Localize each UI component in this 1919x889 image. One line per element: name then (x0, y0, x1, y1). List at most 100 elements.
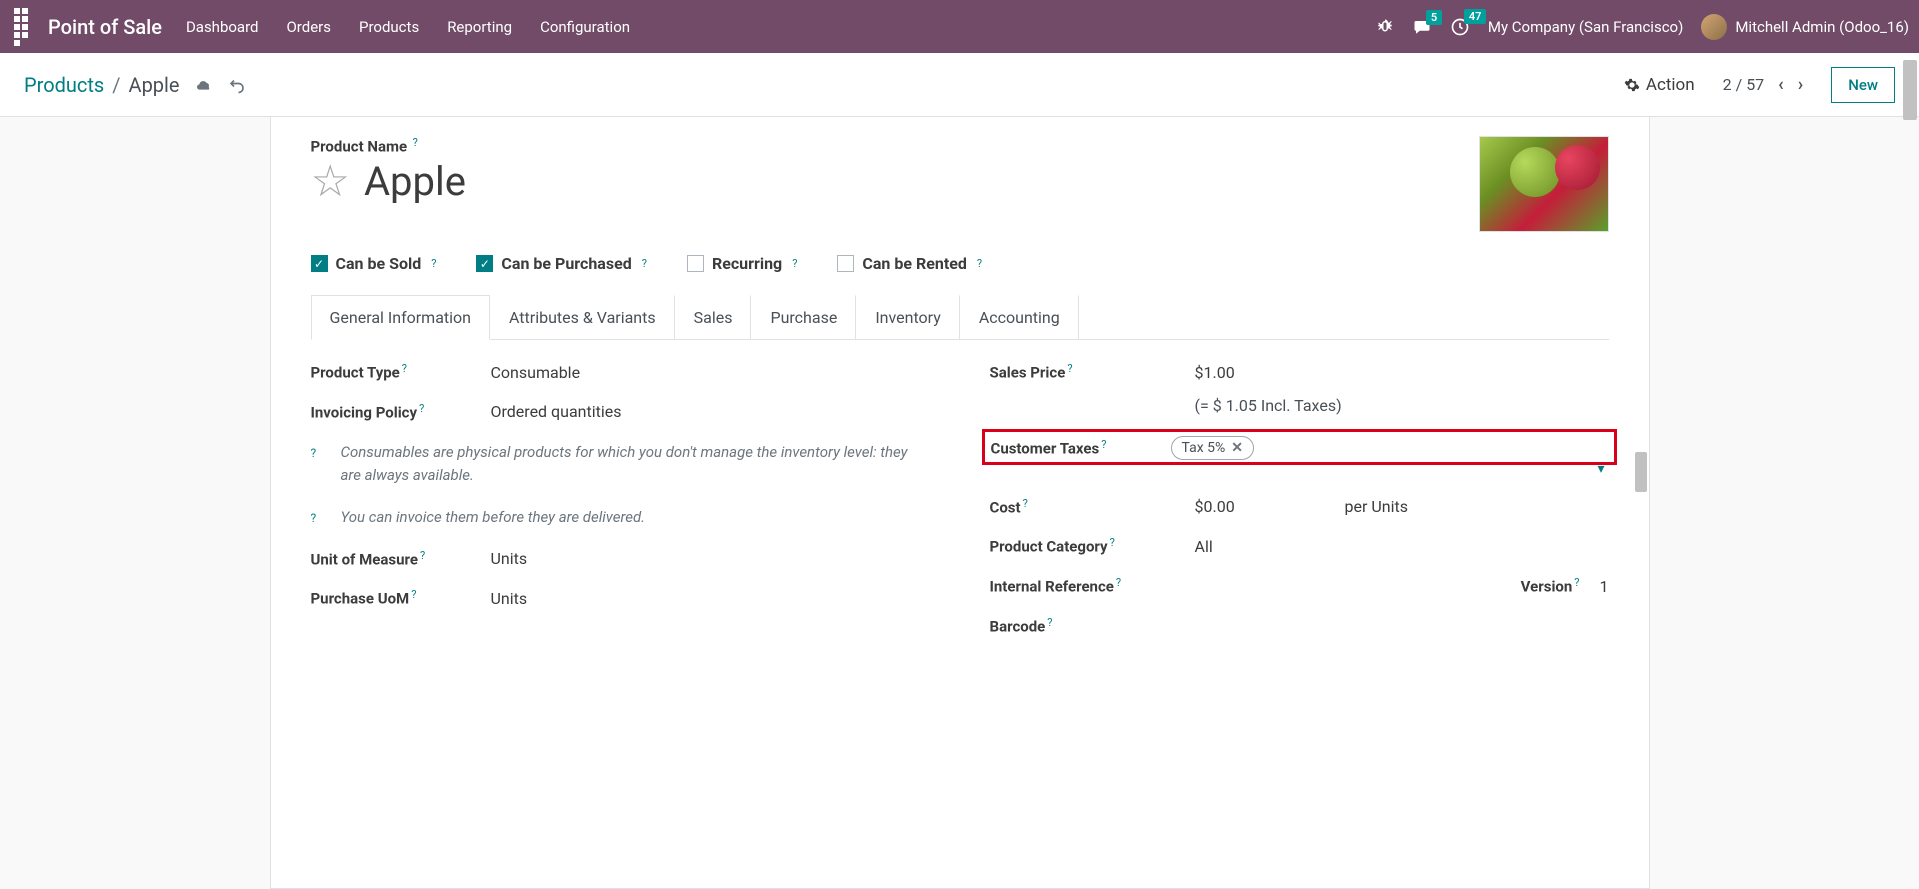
breadcrumb: Products / Apple (24, 73, 246, 97)
help-icon[interactable]: ? (1023, 497, 1028, 510)
tab-general-information[interactable]: General Information (311, 295, 491, 340)
invoicing-policy-field[interactable]: Ordered quantities (491, 402, 930, 421)
checkbox-recurring[interactable]: Recurring ? (687, 254, 797, 273)
uom-label: Unit of Measure (311, 550, 418, 568)
product-image[interactable] (1479, 136, 1609, 232)
help-icon[interactable]: ? (419, 402, 424, 415)
purchase-uom-field[interactable]: Units (491, 589, 930, 608)
sales-price-incl: (= $ 1.05 Incl. Taxes) (1195, 396, 1609, 415)
activities-icon[interactable]: 47 (1450, 17, 1470, 37)
messages-badge: 5 (1426, 10, 1442, 25)
activities-badge: 47 (1464, 9, 1487, 24)
barcode-label: Barcode (990, 617, 1046, 635)
pager-next-icon[interactable]: › (1798, 74, 1803, 95)
internal-ref-label: Internal Reference (990, 578, 1114, 596)
invoicing-policy-label: Invoicing Policy (311, 403, 418, 421)
scrollbar-thumb[interactable] (1903, 60, 1917, 120)
checkbox-icon: ✓ (476, 255, 493, 272)
cost-per: per Units (1345, 497, 1609, 516)
product-type-field[interactable]: Consumable (491, 363, 930, 382)
tab-sales[interactable]: Sales (675, 295, 752, 340)
help-icon[interactable]: ? (642, 257, 647, 270)
help-icon[interactable]: ? (792, 257, 797, 270)
version-label: Version (1521, 578, 1573, 596)
chevron-down-icon[interactable]: ▾ (1597, 461, 1604, 477)
help-icon[interactable]: ? (431, 257, 436, 270)
cost-label: Cost (990, 498, 1021, 516)
scrollbar-thumb[interactable] (1635, 452, 1647, 492)
tabs: General Information Attributes & Variant… (311, 295, 1609, 340)
customer-taxes-highlight: Customer Taxes? Tax 5% ✕ (982, 429, 1617, 465)
help-icon[interactable]: ? (420, 549, 425, 562)
help-icon[interactable]: ? (1047, 616, 1052, 629)
help-icon[interactable]: ? (311, 511, 331, 525)
breadcrumb-separator: / (112, 73, 120, 97)
menu-orders[interactable]: Orders (286, 18, 331, 36)
checkbox-label: Can be Purchased (501, 254, 631, 273)
action-button[interactable]: Action (1624, 75, 1695, 95)
pager-text[interactable]: 2 / 57 (1723, 75, 1765, 94)
app-title[interactable]: Point of Sale (48, 15, 162, 39)
checkbox-can-be-sold[interactable]: ✓ Can be Sold ? (311, 254, 437, 273)
favorite-star-icon[interactable]: ☆ (311, 159, 350, 203)
breadcrumb-current: Apple (129, 73, 180, 97)
menu-dashboard[interactable]: Dashboard (186, 18, 259, 36)
purchase-uom-label: Purchase UoM (311, 590, 410, 608)
tab-accounting[interactable]: Accounting (960, 295, 1079, 340)
debug-icon[interactable] (1376, 18, 1394, 36)
pager-prev-icon[interactable]: ‹ (1778, 74, 1784, 95)
company-selector[interactable]: My Company (San Francisco) (1488, 18, 1683, 36)
help-icon[interactable]: ? (977, 257, 982, 270)
help-icon[interactable]: ? (1067, 362, 1072, 375)
messages-icon[interactable]: 5 (1412, 18, 1432, 36)
top-nav: Point of Sale Dashboard Orders Products … (0, 0, 1919, 53)
uom-field[interactable]: Units (491, 549, 930, 568)
menu-products[interactable]: Products (359, 18, 419, 36)
cloud-icon[interactable] (194, 77, 214, 93)
menu-reporting[interactable]: Reporting (447, 18, 512, 36)
checkbox-can-be-rented[interactable]: Can be Rented ? (837, 254, 982, 273)
menu-configuration[interactable]: Configuration (540, 18, 630, 36)
form-sheet: Product Name ? ☆ Apple ✓ Can be Sold ? ✓… (270, 117, 1650, 889)
checkbox-icon: ✓ (311, 255, 328, 272)
version-field[interactable]: 1 (1600, 577, 1609, 596)
help-icon[interactable]: ? (411, 588, 416, 601)
undo-icon[interactable] (228, 76, 246, 94)
tax-tag-label: Tax 5% (1182, 440, 1226, 456)
help-icon[interactable]: ? (1574, 576, 1579, 589)
product-name-input[interactable]: Apple (364, 158, 466, 205)
category-label: Product Category (990, 538, 1108, 556)
category-field[interactable]: All (1195, 537, 1609, 556)
help-icon[interactable]: ? (1110, 536, 1115, 549)
breadcrumb-root[interactable]: Products (24, 73, 104, 97)
help-icon[interactable]: ? (402, 362, 407, 375)
close-icon[interactable]: ✕ (1231, 440, 1243, 456)
checkbox-icon (687, 255, 704, 272)
help-icon[interactable]: ? (1101, 438, 1106, 451)
customer-taxes-label: Customer Taxes (991, 439, 1100, 457)
action-label: Action (1646, 75, 1695, 95)
new-button[interactable]: New (1831, 67, 1895, 103)
invoice-hint: You can invoice them before they are del… (341, 506, 930, 529)
main-menu: Dashboard Orders Products Reporting Conf… (186, 18, 630, 36)
apps-icon[interactable] (10, 4, 38, 50)
checkbox-label: Can be Sold (336, 254, 422, 273)
help-icon[interactable]: ? (413, 136, 418, 149)
user-name: Mitchell Admin (Odoo_16) (1735, 18, 1909, 36)
sales-price-field[interactable]: $1.00 (1195, 363, 1609, 382)
help-icon[interactable]: ? (311, 446, 331, 460)
cost-field[interactable]: $0.00 (1195, 497, 1335, 516)
checkbox-can-be-purchased[interactable]: ✓ Can be Purchased ? (476, 254, 647, 273)
user-menu[interactable]: Mitchell Admin (Odoo_16) (1701, 14, 1909, 40)
tab-inventory[interactable]: Inventory (856, 295, 960, 340)
consumable-hint: Consumables are physical products for wh… (341, 441, 930, 486)
avatar (1701, 14, 1727, 40)
tax-tag[interactable]: Tax 5% ✕ (1171, 436, 1254, 460)
tab-attributes-variants[interactable]: Attributes & Variants (490, 295, 675, 340)
control-bar: Products / Apple Action 2 / 57 ‹ › New (0, 53, 1919, 117)
checkbox-label: Recurring (712, 254, 782, 273)
pager: 2 / 57 ‹ › (1723, 74, 1804, 95)
product-type-label: Product Type (311, 364, 400, 382)
help-icon[interactable]: ? (1116, 576, 1121, 589)
tab-purchase[interactable]: Purchase (751, 295, 856, 340)
